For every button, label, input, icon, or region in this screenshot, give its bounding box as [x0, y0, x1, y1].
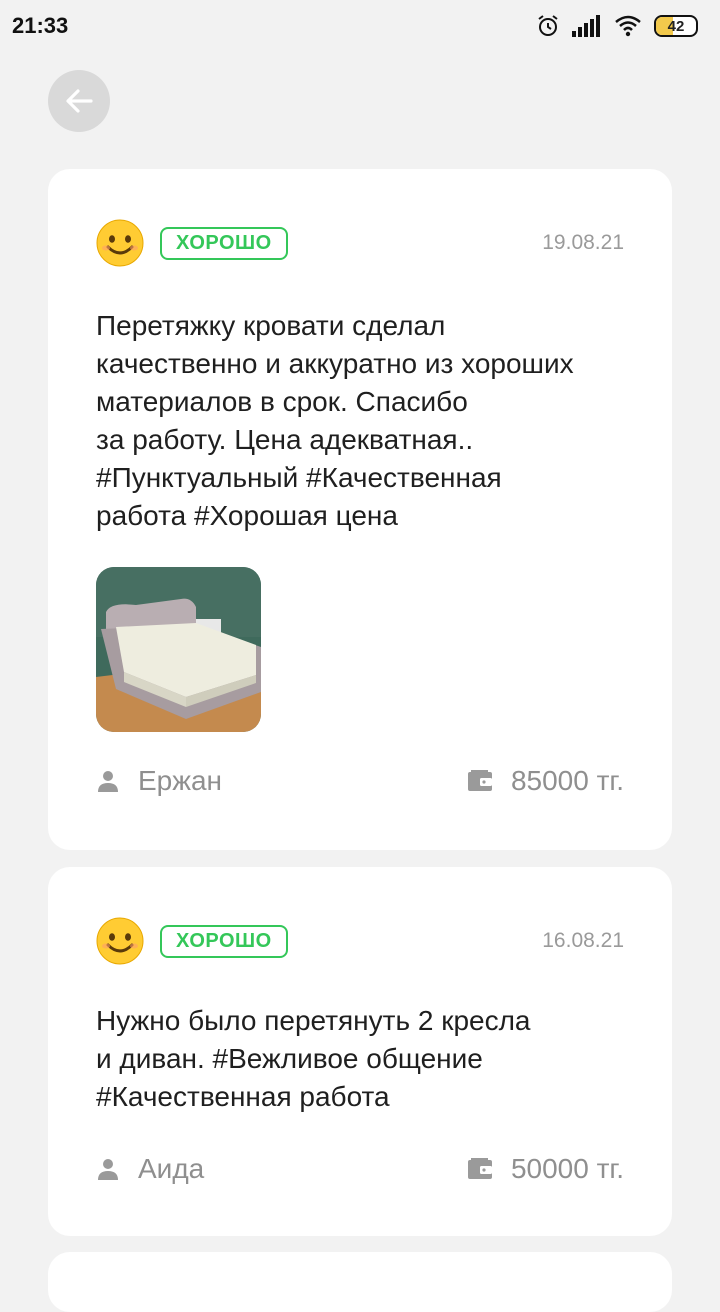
rating-badge: ХОРОШО [160, 226, 288, 260]
battery-icon: 42 [654, 15, 698, 37]
battery-level: 42 [667, 17, 685, 35]
review-photo[interactable] [96, 567, 261, 732]
review-header: ХОРОШО 16.08.21 [96, 917, 624, 965]
wallet-icon [467, 1158, 492, 1179]
smiley-icon [96, 917, 144, 965]
price: 50000 тг. [467, 1153, 624, 1185]
rating-badge: ХОРОШО [160, 924, 288, 958]
review-date: 19.08.21 [542, 231, 624, 254]
review-card: ХОРОШО 19.08.21 Перетяжку кровати сделал… [48, 169, 672, 850]
author-name: Аида [138, 1153, 205, 1184]
status-icons: 42 [536, 14, 698, 38]
review-text: Нужно было перетянуть 2 кресла и диван. … [96, 1005, 531, 1112]
review-card-partial [48, 1252, 672, 1312]
review-date: 16.08.21 [542, 929, 624, 952]
status-bar: 21:33 42 [0, 0, 720, 52]
status-time: 21:33 [12, 13, 69, 38]
price-value: 50000 тг. [510, 1153, 624, 1184]
wallet-icon [467, 770, 492, 791]
author: Аида [96, 1153, 204, 1185]
price: 85000 тг. [467, 765, 624, 797]
review-footer: Ержан 85000 тг. [96, 765, 624, 797]
user-icon [98, 1159, 118, 1180]
smiley-icon [96, 219, 144, 267]
signal-icon [572, 15, 600, 37]
review-text: Перетяжку кровати сделал качественно и а… [96, 310, 574, 531]
price-value: 85000 тг. [510, 765, 624, 796]
author: Ержан [96, 765, 222, 797]
author-name: Ержан [138, 765, 223, 796]
review-footer: Аида 50000 тг. [96, 1153, 624, 1185]
bed-photo-image [96, 567, 261, 732]
user-icon [98, 771, 118, 792]
alarm-icon [538, 15, 558, 36]
back-button[interactable] [48, 70, 110, 132]
wifi-icon [615, 15, 641, 37]
back-arrow-icon [66, 89, 93, 113]
review-header: ХОРОШО 19.08.21 [96, 219, 624, 267]
review-card: ХОРОШО 16.08.21 Нужно было перетянуть 2 … [48, 867, 672, 1236]
